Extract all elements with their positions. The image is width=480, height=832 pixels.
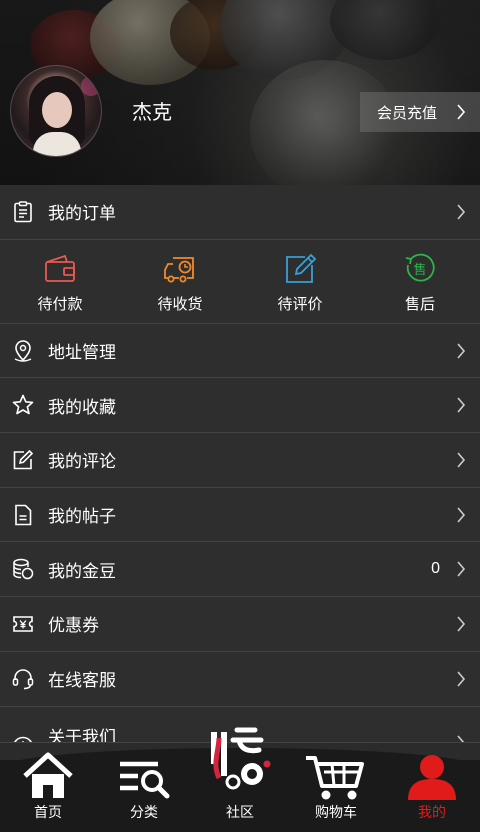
chevron-right-icon xyxy=(457,507,466,523)
chevron-right-icon xyxy=(457,104,466,120)
avatar-shirt xyxy=(33,132,81,156)
tab-mine[interactable]: 我的 xyxy=(384,755,480,832)
person-icon xyxy=(408,755,456,800)
info-icon xyxy=(13,736,33,742)
tab-category[interactable]: 分类 xyxy=(96,760,192,832)
tab-community[interactable]: 社区 xyxy=(192,727,288,832)
my-orders-row[interactable]: 我的订单 xyxy=(0,185,480,240)
chevron-right-icon xyxy=(457,343,466,359)
chevron-right-icon xyxy=(457,204,466,220)
gold-beans-count: 0 xyxy=(431,560,440,578)
menu-item-label: 我的金豆 xyxy=(48,561,116,581)
recharge-button[interactable]: 会员充值 xyxy=(360,92,480,132)
star-icon xyxy=(12,394,34,415)
after-sale-label: 售后 xyxy=(404,295,435,313)
tab-label: 我的 xyxy=(418,804,446,820)
tab-label: 购物车 xyxy=(315,804,357,820)
menu-item-gold-beans[interactable]: 我的金豆 0 xyxy=(0,542,480,598)
community-logo-icon xyxy=(211,727,271,790)
my-orders-label: 我的订单 xyxy=(48,204,116,224)
menu-item-label: 关于我们 xyxy=(48,727,116,743)
wallet-icon xyxy=(45,254,75,282)
home-icon xyxy=(23,752,73,798)
menu-item-favorites[interactable]: 我的收藏 xyxy=(0,378,480,434)
chevron-right-icon xyxy=(457,452,466,468)
after-sale-button[interactable]: 售 售后 xyxy=(360,240,480,323)
pending-payment-label: 待付款 xyxy=(37,295,83,313)
chevron-right-icon xyxy=(457,734,465,742)
chevron-right-icon xyxy=(457,397,466,413)
bottom-tab-bar: 首页 分类 社区 购物车 我的 xyxy=(0,727,480,832)
menu-item-posts[interactable]: 我的帖子 xyxy=(0,487,480,543)
pending-payment-button[interactable]: 待付款 xyxy=(0,240,120,323)
menu-item-label: 地址管理 xyxy=(48,343,116,363)
tab-cart[interactable]: 购物车 xyxy=(288,756,384,832)
after-sale-glyph: 售 xyxy=(413,262,426,278)
menu-item-comments[interactable]: 我的评论 xyxy=(0,433,480,488)
chevron-right-icon xyxy=(457,616,466,632)
order-status-bar: 待付款 待收货 待评价 售 售后 xyxy=(0,239,480,324)
chevron-right-icon xyxy=(457,671,466,687)
menu-item-coupons[interactable]: 优惠券 xyxy=(0,597,480,652)
tab-label: 首页 xyxy=(34,804,62,820)
avatar-light xyxy=(81,76,101,96)
coupon-icon xyxy=(13,616,33,632)
pending-review-button[interactable]: 待评价 xyxy=(240,240,360,323)
menu-item-address[interactable]: 地址管理 xyxy=(0,323,480,379)
profile-header: 杰克 会员充值 xyxy=(0,0,480,185)
menu-item-label: 我的评论 xyxy=(48,452,116,472)
cart-icon xyxy=(306,756,364,800)
menu-item-label: 优惠券 xyxy=(48,616,99,636)
menu-list: 我的订单 待付款 待收货 待评价 售 售后 地址管理 我的收藏 我的评论 我的帖… xyxy=(0,185,480,743)
pending-review-label: 待评价 xyxy=(277,295,323,313)
tab-label: 分类 xyxy=(130,804,158,820)
menu-item-label: 我的帖子 xyxy=(48,507,116,527)
pending-receipt-label: 待收货 xyxy=(157,295,203,313)
document-icon xyxy=(15,504,32,525)
comment-edit-icon xyxy=(13,449,34,470)
delivery-truck-icon xyxy=(164,256,194,283)
menu-item-label: 我的收藏 xyxy=(48,397,116,417)
category-search-icon xyxy=(120,761,170,799)
coins-icon xyxy=(13,559,34,580)
clipboard-icon xyxy=(14,201,32,223)
edit-review-icon xyxy=(286,253,317,283)
menu-item-customer-service[interactable]: 在线客服 xyxy=(0,651,480,707)
menu-item-label: 在线客服 xyxy=(48,671,116,691)
username: 杰克 xyxy=(132,102,172,124)
after-sale-icon: 售 xyxy=(405,253,435,282)
recharge-label: 会员充值 xyxy=(377,104,438,122)
avatar-face xyxy=(42,92,72,128)
headset-icon xyxy=(12,668,34,689)
chevron-right-icon xyxy=(457,561,466,577)
location-pin-icon xyxy=(14,339,32,362)
tab-home[interactable]: 首页 xyxy=(0,752,96,832)
pending-receipt-button[interactable]: 待收货 xyxy=(120,240,240,323)
tab-label: 社区 xyxy=(226,804,254,820)
avatar[interactable] xyxy=(10,65,102,157)
